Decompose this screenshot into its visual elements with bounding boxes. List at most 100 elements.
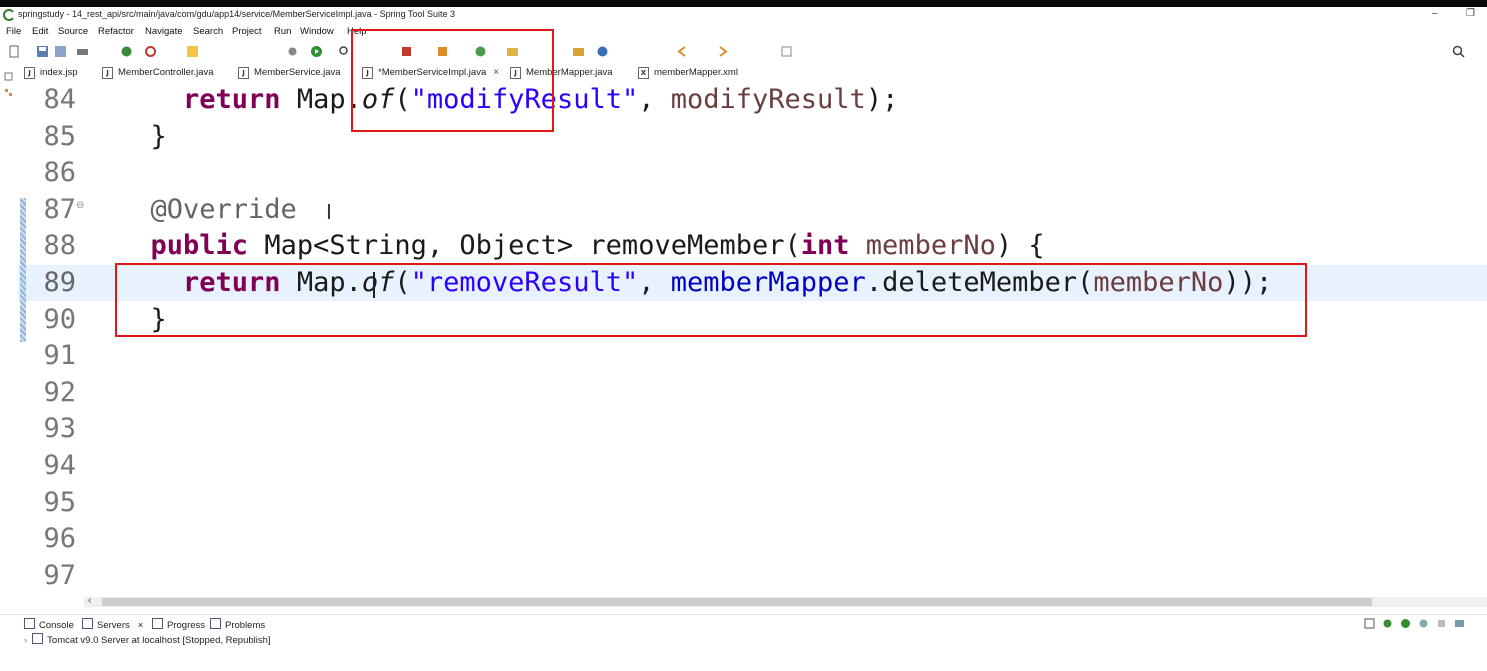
code-line[interactable]: 84 return Map.of("modifyResult", modifyR… bbox=[18, 82, 1487, 118]
tab-label: Servers bbox=[97, 620, 130, 631]
menu-file[interactable]: File bbox=[6, 26, 21, 37]
tab-member-service[interactable]: J MemberService.java bbox=[238, 64, 341, 81]
menu-search[interactable]: Search bbox=[193, 26, 223, 37]
start-server-icon[interactable] bbox=[1400, 618, 1411, 629]
tab-member-controller[interactable]: J MemberController.java bbox=[102, 64, 214, 81]
top-black-band bbox=[0, 0, 1487, 7]
server-entry[interactable]: › Tomcat v9.0 Server at localhost [Stoppe… bbox=[24, 633, 271, 646]
tab-problems[interactable]: Problems bbox=[210, 618, 265, 631]
java-file-icon: J bbox=[238, 66, 249, 79]
problems-icon bbox=[210, 618, 221, 629]
menu-edit[interactable]: Edit bbox=[32, 26, 48, 37]
code-line[interactable]: 87 ⊖ @Override bbox=[18, 192, 1487, 228]
console-icon bbox=[24, 618, 35, 629]
outline-icon[interactable] bbox=[4, 88, 13, 97]
pin-editor-icon[interactable] bbox=[780, 45, 793, 58]
text-caret bbox=[373, 272, 375, 298]
menu-source[interactable]: Source bbox=[58, 26, 88, 37]
code-token: @Override bbox=[150, 193, 297, 225]
code-token: public bbox=[150, 230, 249, 262]
code-token: Map. bbox=[280, 84, 362, 115]
code-line[interactable]: 92 bbox=[18, 375, 1487, 411]
code-line[interactable]: 95 bbox=[18, 485, 1487, 521]
highlight-box-modify-result bbox=[351, 29, 554, 132]
tab-console[interactable]: Console bbox=[24, 618, 74, 631]
stop-server-icon[interactable] bbox=[1436, 618, 1447, 629]
print-icon[interactable] bbox=[76, 45, 89, 58]
gear-icon[interactable] bbox=[286, 45, 299, 58]
main-toolbar bbox=[0, 42, 1487, 62]
tab-member-mapper-xml[interactable]: X memberMapper.xml bbox=[638, 64, 738, 81]
debug-icon[interactable] bbox=[120, 45, 133, 58]
scroll-left-icon[interactable]: ‹ bbox=[88, 595, 91, 606]
search-tool-icon[interactable] bbox=[338, 45, 351, 58]
code-token: } bbox=[118, 120, 167, 152]
fold-toggle-icon[interactable]: ⊖ bbox=[76, 200, 84, 211]
collapse-all-icon[interactable] bbox=[1364, 618, 1375, 629]
tab-label: Console bbox=[39, 620, 74, 631]
bottom-panel-tabs: Console Servers × Progress Problems bbox=[0, 614, 1487, 633]
code-token: modifyResult bbox=[670, 84, 866, 115]
close-icon[interactable]: × bbox=[138, 620, 144, 631]
debug-server-icon[interactable] bbox=[1382, 618, 1393, 629]
open-type-icon[interactable] bbox=[572, 45, 585, 58]
tab-index-jsp[interactable]: J index.jsp bbox=[24, 64, 78, 81]
title-bar: springstudy - 14_rest_api/src/main/java/… bbox=[0, 7, 1487, 24]
mouse-ibeam-cursor: I bbox=[326, 200, 332, 224]
publish-icon[interactable] bbox=[1454, 618, 1465, 629]
horizontal-scrollbar[interactable]: ‹ bbox=[84, 595, 1487, 607]
highlight-icon[interactable] bbox=[186, 45, 199, 58]
restore-button[interactable]: ❐ bbox=[1466, 8, 1475, 19]
code-line[interactable]: 97 bbox=[18, 558, 1487, 594]
globe-icon[interactable] bbox=[596, 45, 609, 58]
line-number: 93 bbox=[43, 413, 76, 445]
forward-icon[interactable] bbox=[716, 45, 729, 58]
menu-run[interactable]: Run bbox=[274, 26, 291, 37]
code-line[interactable]: 85 } bbox=[18, 119, 1487, 155]
line-number: 91 bbox=[43, 340, 76, 372]
menu-project[interactable]: Project bbox=[232, 26, 262, 37]
left-trim-bar bbox=[0, 64, 18, 594]
code-token: int bbox=[800, 230, 850, 262]
refresh-icon[interactable] bbox=[144, 45, 157, 58]
code-token: ); bbox=[865, 84, 899, 115]
code-token: return bbox=[183, 84, 281, 115]
menu-window[interactable]: Window bbox=[300, 26, 334, 37]
server-entry-label: Tomcat v9.0 Server at localhost [Stopped… bbox=[47, 635, 271, 646]
line-number: 87 bbox=[43, 193, 76, 225]
code-text: } bbox=[118, 119, 167, 155]
back-icon[interactable] bbox=[676, 45, 689, 58]
run-icon[interactable] bbox=[310, 45, 323, 58]
profile-server-icon[interactable] bbox=[1418, 618, 1429, 629]
new-file-icon[interactable] bbox=[8, 45, 21, 58]
line-number: 89 bbox=[43, 267, 76, 298]
line-number: 90 bbox=[43, 303, 76, 335]
menu-refactor[interactable]: Refactor bbox=[98, 26, 134, 37]
tab-servers[interactable]: Servers × bbox=[82, 618, 143, 631]
restore-view-icon[interactable] bbox=[4, 72, 13, 81]
code-line[interactable]: 88 public Map<String, Object> removeMemb… bbox=[18, 228, 1487, 264]
save-icon[interactable] bbox=[36, 45, 49, 58]
minimize-button[interactable]: – bbox=[1432, 8, 1438, 19]
code-line[interactable]: 91 bbox=[18, 338, 1487, 374]
line-number: 85 bbox=[43, 120, 76, 152]
code-token: , bbox=[638, 84, 671, 115]
code-token: ) { bbox=[995, 230, 1045, 262]
scrollbar-thumb[interactable] bbox=[102, 598, 1372, 606]
menu-navigate[interactable]: Navigate bbox=[145, 26, 183, 37]
code-line[interactable]: 86 bbox=[18, 155, 1487, 191]
menu-bar: File Edit Source Refactor Navigate Searc… bbox=[0, 24, 1487, 40]
code-text: public Map<String, Object> removeMember(… bbox=[118, 228, 1045, 264]
save-all-icon[interactable] bbox=[54, 45, 67, 58]
code-line[interactable]: 94 bbox=[18, 448, 1487, 484]
window-title: springstudy - 14_rest_api/src/main/java/… bbox=[18, 9, 456, 19]
code-token: Map<String, Object> removeMember( bbox=[248, 230, 801, 262]
code-editor[interactable]: 84 return Map.of("modifyResult", modifyR… bbox=[18, 29, 1487, 596]
tab-progress[interactable]: Progress bbox=[152, 618, 205, 631]
code-line[interactable]: 96 bbox=[18, 521, 1487, 557]
line-number: 97 bbox=[43, 559, 76, 591]
code-line[interactable]: 93 bbox=[18, 411, 1487, 447]
expand-icon[interactable]: › bbox=[24, 635, 27, 646]
search-icon[interactable] bbox=[1452, 45, 1465, 58]
